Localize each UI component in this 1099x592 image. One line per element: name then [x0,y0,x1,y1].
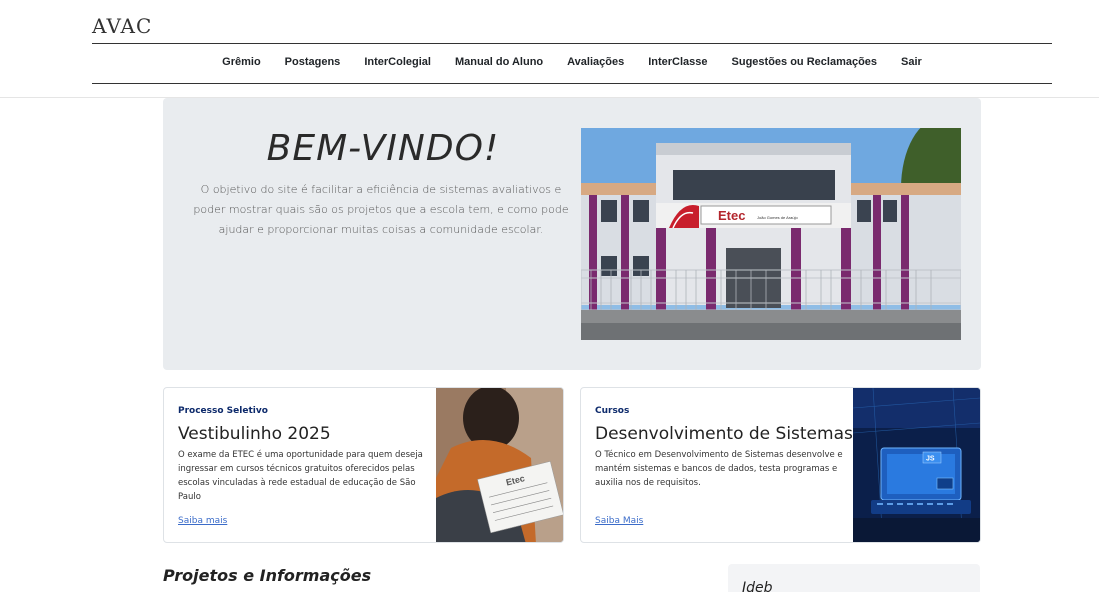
nav-bottom-divider [92,83,1052,84]
projects-section-title: Projetos e Informações [163,566,372,585]
nav-item-postagens[interactable]: Postagens [273,52,353,76]
card-category: Processo Seletivo [178,406,268,416]
card-title: Vestibulinho 2025 [178,424,331,444]
site-logo[interactable]: AVAC [92,14,152,38]
nav-item-intercolegial[interactable]: InterColegial [352,52,443,76]
ideb-title: Ideb [742,580,773,592]
nav-item-gremio[interactable]: Grêmio [210,52,273,76]
nav-item-avaliacoes[interactable]: Avaliações [555,52,636,76]
nav-item-sair[interactable]: Sair [889,52,934,76]
nav-item-interclasse[interactable]: InterClasse [636,52,719,76]
saiba-mais-link[interactable]: Saiba Mais [595,516,643,526]
card-description: O Técnico em Desenvolvimento de Sistemas… [595,450,843,488]
etec-sign-brand: Etec [718,208,745,223]
card-vestibulinho: Processo Seletivo Vestibulinho 2025 O ex… [163,387,564,543]
card-desenvolvimento: Cursos Desenvolvimento de Sistemas O Téc… [580,387,981,543]
school-building-image: Etec João Gomes de Araújo [581,128,961,340]
card-description: O exame da ETEC é uma oportunidade para … [178,450,423,502]
saiba-mais-link[interactable]: Saiba mais [178,516,227,526]
main-nav: Grêmio Postagens InterColegial Manual do… [92,52,1052,76]
tech-laptop-image: JS [853,388,980,542]
etec-sign-name: João Gomes de Araújo [757,215,798,220]
nav-item-sugestoes[interactable]: Sugestões ou Reclamações [720,52,890,76]
welcome-hero: BEM-VINDO! O objetivo do site é facilita… [163,98,981,370]
nav-top-divider [92,43,1052,44]
card-title: Desenvolvimento de Sistemas [595,424,853,444]
screen-js-text: JS [926,456,935,463]
hero-title: BEM-VINDO! [266,128,500,169]
card-category: Cursos [595,406,630,416]
nav-item-manual-do-aluno[interactable]: Manual do Aluno [443,52,555,76]
student-exam-image: Etec [436,388,563,542]
ideb-panel: Ideb [728,564,980,592]
hero-text: O objetivo do site é facilitar a eficiên… [193,183,569,236]
